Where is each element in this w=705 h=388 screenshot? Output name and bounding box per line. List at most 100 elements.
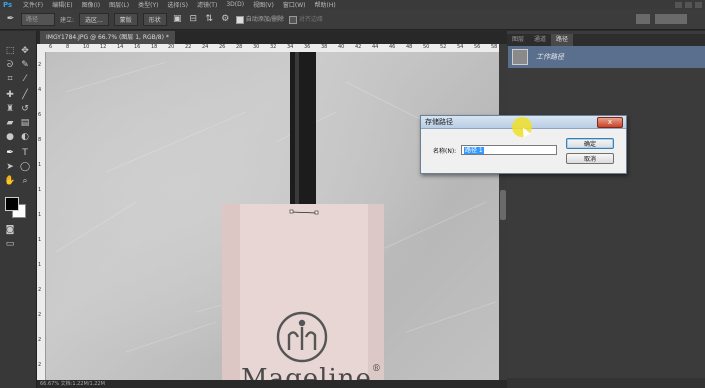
toolbox: ⬚ ✥ ᘐ ✎ ⌗ ⁄ ✚ ╱ ♜ ↺ ▰ ▤ ● ◐ ✒ T ➤ ◯ ✋ ⌕ … — [0, 31, 37, 388]
ruler-tick-label: 2 — [38, 312, 42, 318]
menu-file[interactable]: 文件(F) — [23, 0, 43, 9]
ruler-tick-label: 1 — [38, 262, 42, 268]
minimize-button[interactable] — [675, 1, 682, 8]
cancel-button[interactable]: 取消 — [566, 153, 614, 164]
selection-button[interactable]: 选区... — [79, 12, 109, 26]
maximize-button[interactable] — [685, 1, 692, 8]
options-bar: ✒ 路径 建立: 选区... 蒙版 形状 ▣ ⊟ ⇅ ⚙ 自动添加/删除 对齐边… — [0, 9, 705, 30]
crop-tool-icon[interactable]: ⌗ — [4, 73, 16, 85]
menu-window[interactable]: 窗口(W) — [283, 0, 306, 9]
dialog-close-button[interactable]: x — [597, 117, 623, 128]
path-selection-tool-icon[interactable]: ➤ — [4, 161, 16, 173]
document-tab[interactable]: IMGY1784.JPG @ 66.7% (图层 1, RGB/8) * — [40, 31, 175, 44]
history-brush-tool-icon[interactable]: ↺ — [19, 103, 31, 115]
path-arrangement-icon[interactable]: ⇅ — [204, 14, 215, 25]
ruler-tick-label: 16 — [134, 44, 141, 50]
photoshop-logo: Ps — [3, 0, 13, 9]
auto-add-delete-label: 自动添加/删除 — [245, 16, 284, 24]
lasso-tool-icon[interactable]: ᘐ — [4, 59, 16, 71]
mask-button[interactable]: 蒙版 — [113, 12, 138, 26]
scrollbar-thumb[interactable] — [500, 190, 506, 220]
blur-tool-icon[interactable]: ● — [4, 131, 16, 143]
ruler-tick-label: 1 — [38, 162, 42, 168]
align-edges-checkbox[interactable]: 对齐边缘 — [288, 14, 323, 24]
menu-bar: Ps 文件(F) 编辑(E) 图像(I) 图层(L) 类型(Y) 选择(S) 滤… — [0, 0, 705, 9]
gear-icon[interactable]: ⚙ — [220, 14, 231, 25]
workspace-name[interactable] — [655, 14, 687, 24]
hand-tool-icon[interactable]: ✋ — [4, 175, 16, 187]
path-operations-icon[interactable]: ▣ — [172, 14, 183, 25]
status-bar: 66.67% 文档:1.22M/1.22M — [37, 380, 507, 388]
name-label: 名称(N): — [433, 148, 457, 155]
panel-bottom-bar — [507, 378, 705, 388]
ruler-tick-label: 54 — [457, 44, 464, 50]
ruler-tick-label: 24 — [202, 44, 209, 50]
tab-paths[interactable]: 路径 — [551, 34, 574, 46]
menu-select[interactable]: 选择(S) — [167, 0, 188, 9]
move-tool-icon[interactable]: ✥ — [19, 45, 31, 57]
mode-select[interactable]: 路径 — [21, 12, 55, 26]
brush-tool-icon[interactable]: ╱ — [19, 89, 31, 101]
ruler-tick-label: 46 — [389, 44, 396, 50]
ruler-tick-label: 14 — [117, 44, 124, 50]
menu-view[interactable]: 视图(V) — [253, 0, 274, 9]
menu-3d[interactable]: 3D(D) — [226, 1, 244, 8]
eraser-tool-icon[interactable]: ▰ — [4, 117, 16, 129]
dialog-title: 存储路径 — [425, 118, 453, 126]
ruler-tick-label: 52 — [440, 44, 447, 50]
quick-mask-icon[interactable]: ◙ — [4, 224, 16, 236]
menu-image[interactable]: 图像(I) — [82, 0, 100, 9]
ruler-tick-label: 32 — [270, 44, 277, 50]
ruler-tick-label: 1 — [38, 187, 42, 193]
dodge-tool-icon[interactable]: ◐ — [19, 131, 31, 143]
menu-filter[interactable]: 滤镜(T) — [197, 0, 217, 9]
path-alignment-icon[interactable]: ⊟ — [188, 14, 199, 25]
menu-type[interactable]: 类型(Y) — [138, 0, 158, 9]
ellipse-tool-icon[interactable]: ◯ — [19, 161, 31, 173]
tab-layers[interactable]: 图层 — [507, 34, 529, 46]
ruler-tick-label: 18 — [151, 44, 158, 50]
path-name-input[interactable]: 路径 1 — [461, 145, 557, 155]
workspace-switcher[interactable] — [636, 14, 650, 24]
clone-stamp-tool-icon[interactable]: ♜ — [4, 103, 16, 115]
eyedropper-tool-icon[interactable]: ⁄ — [19, 73, 31, 85]
ruler-tick-label: 8 — [38, 137, 42, 143]
ruler-tick-label: 10 — [83, 44, 90, 50]
auto-add-delete-checkbox[interactable]: 自动添加/删除 — [235, 14, 284, 24]
zoom-tool-icon[interactable]: ⌕ — [19, 175, 31, 187]
menu-help[interactable]: 帮助(H) — [315, 0, 336, 9]
image-canvas[interactable]: Mageline® — [46, 52, 499, 388]
ruler-tick-label: 2 — [38, 362, 42, 368]
ruler-tick-label: 6 — [49, 44, 53, 50]
menu-layer[interactable]: 图层(L) — [109, 0, 129, 9]
ruler-tick-label: 22 — [185, 44, 192, 50]
path-name-value: 路径 1 — [464, 147, 484, 154]
gradient-tool-icon[interactable]: ▤ — [19, 117, 31, 129]
product-photo — [55, 52, 497, 388]
path-name: 工作路径 — [536, 53, 564, 61]
quick-selection-tool-icon[interactable]: ✎ — [19, 59, 31, 71]
panel-tabs: 图层 通道 路径 — [507, 34, 705, 46]
ruler-tick-label: 2 — [38, 287, 42, 293]
pen-icon[interactable]: ✒ — [5, 14, 16, 25]
ruler-tick-label: 50 — [423, 44, 430, 50]
path-list-item[interactable]: 工作路径 — [508, 46, 705, 68]
tab-channels[interactable]: 通道 — [529, 34, 551, 46]
ruler-tick-label: 38 — [321, 44, 328, 50]
close-window-button[interactable] — [695, 1, 702, 8]
marquee-tool-icon[interactable]: ⬚ — [4, 45, 16, 57]
ok-button[interactable]: 确定 — [566, 138, 614, 149]
foreground-color-swatch-top[interactable] — [5, 197, 19, 211]
screen-mode-icon[interactable]: ▭ — [4, 238, 16, 250]
ruler-tick-label: 4 — [38, 87, 42, 93]
ruler-tick-label: 1 — [38, 212, 42, 218]
pen-tool-icon[interactable]: ✒ — [4, 147, 16, 159]
ruler-tick-label: 28 — [236, 44, 243, 50]
healing-brush-tool-icon[interactable]: ✚ — [4, 89, 16, 101]
make-label: 建立: — [60, 16, 75, 24]
shape-button[interactable]: 形状 — [142, 12, 167, 26]
ruler-tick-label: 26 — [219, 44, 226, 50]
ruler-tick-label: 34 — [287, 44, 294, 50]
menu-edit[interactable]: 编辑(E) — [52, 0, 72, 9]
type-tool-icon[interactable]: T — [19, 147, 31, 159]
